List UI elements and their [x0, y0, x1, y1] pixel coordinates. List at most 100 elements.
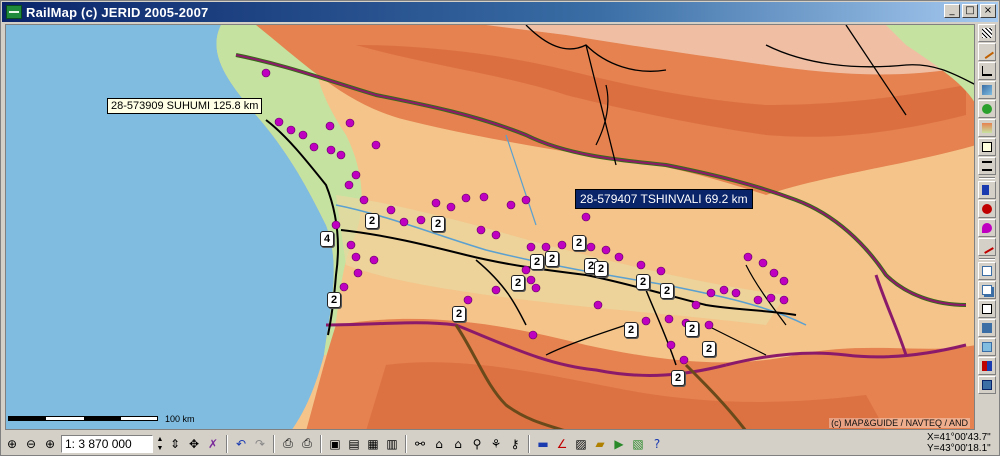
map-canvas[interactable] [6, 25, 975, 430]
zoom-in-button[interactable]: ⊕ [3, 434, 21, 454]
save-button[interactable]: ▣ [326, 434, 344, 454]
folder-icon: ▰ [595, 436, 605, 451]
find-point-button[interactable]: ⚷ [506, 434, 524, 454]
find-button[interactable]: ⚯ [411, 434, 429, 454]
export-list-icon: ▶ [614, 436, 624, 451]
coordinate-y: Y=43°00'18.1" [927, 443, 991, 454]
route-icon [982, 104, 992, 114]
help-button[interactable]: ? [648, 434, 666, 454]
cluster-badge[interactable]: 4 [320, 231, 334, 247]
find-station-button[interactable]: ⌂ [430, 434, 448, 454]
edit-button[interactable] [978, 338, 996, 356]
rows-button[interactable] [978, 157, 996, 175]
properties-icon: ▤ [348, 436, 360, 451]
close-button[interactable]: × [980, 4, 996, 18]
minimize-button[interactable]: _ [944, 4, 960, 18]
disk-icon [982, 380, 992, 390]
zoom-out-button[interactable]: ⊖ [22, 434, 40, 454]
print-preview-button[interactable]: ⎙ [279, 434, 297, 454]
ruler-tool-button[interactable]: ∠ [553, 434, 571, 454]
cluster-badge[interactable]: 2 [431, 216, 445, 232]
ruler-icon [980, 240, 994, 254]
line-layer-button[interactable] [978, 43, 996, 61]
undo-button[interactable]: ↶ [232, 434, 250, 454]
edit-icon [982, 342, 992, 352]
rows-icon [982, 161, 992, 171]
profile-icon [982, 66, 992, 76]
help-icon: ? [653, 436, 661, 451]
find-junction-button[interactable]: ⚲ [468, 434, 486, 454]
cluster-badge[interactable]: 2 [671, 370, 685, 386]
cluster-badge[interactable]: 2 [594, 261, 608, 277]
cluster-badge[interactable]: 2 [636, 274, 650, 290]
pin-button[interactable] [978, 219, 996, 237]
railmap-app-icon[interactable] [6, 5, 22, 19]
redo-button[interactable]: ↷ [251, 434, 269, 454]
copy-button[interactable] [978, 281, 996, 299]
cluster-badge[interactable]: 2 [530, 254, 544, 270]
export-button[interactable] [978, 319, 996, 337]
cluster-badge[interactable]: 2 [327, 292, 341, 308]
check-button[interactable] [978, 300, 996, 318]
zoom-in-icon: ⊕ [6, 436, 18, 451]
pan-vertical-button[interactable]: ⇕ [166, 434, 184, 454]
cluster-badge[interactable]: 2 [624, 322, 638, 338]
notes-button[interactable]: ▧ [629, 434, 647, 454]
grid-button[interactable]: ▦ [364, 434, 382, 454]
window-title: RailMap (c) JERID 2005-2007 [26, 4, 209, 20]
flag-button[interactable] [978, 181, 996, 199]
pin-tool-icon: ⚷ [510, 436, 520, 451]
rail-layer-button[interactable] [978, 81, 996, 99]
cluster-badge[interactable]: 2 [511, 275, 525, 291]
profile-button[interactable] [978, 62, 996, 80]
route-button[interactable] [978, 100, 996, 118]
table-button[interactable]: ▥ [383, 434, 401, 454]
junction-icon: ⚲ [472, 436, 482, 451]
find-route-button[interactable]: ⌂ [449, 434, 467, 454]
text-layer-button[interactable] [978, 138, 996, 156]
printer-icon: ⎙ [302, 436, 312, 450]
spin-up-icon[interactable]: ▲ [155, 435, 165, 444]
cluster-badge[interactable]: 2 [702, 341, 716, 357]
cluster-badge[interactable]: 2 [572, 235, 586, 251]
maximize-button[interactable]: □ [962, 4, 978, 18]
station-label-tshinvali[interactable]: 28-579407 TSHINVALI 69.2 km [575, 189, 753, 209]
zoom-extent-button[interactable]: ⊕ [41, 434, 59, 454]
station-label-suhumi[interactable]: 28-573909 SUHUMI 125.8 km [107, 98, 263, 114]
cluster-badge[interactable]: 2 [452, 306, 466, 322]
flags-icon [982, 361, 992, 371]
find-line-button[interactable]: ⚘ [487, 434, 505, 454]
cluster-badge[interactable]: 2 [545, 251, 559, 267]
export-icon [982, 323, 992, 333]
cluster-badge[interactable]: 2 [685, 321, 699, 337]
station-icon [982, 204, 992, 214]
train-button[interactable]: ▬ [534, 434, 552, 454]
cluster-badge[interactable]: 2 [365, 213, 379, 229]
page-button[interactable] [978, 262, 996, 280]
title-bar[interactable]: RailMap (c) JERID 2005-2007 _ □ × [2, 2, 998, 22]
export-list-button[interactable]: ▶ [610, 434, 628, 454]
binoculars-icon: ⚯ [414, 436, 426, 451]
image-button[interactable]: ▨ [572, 434, 590, 454]
flag-icon [982, 185, 989, 195]
hatch-layer-button[interactable] [978, 24, 996, 42]
map-view[interactable]: 28-573909 SUHUMI 125.8 km 28-579407 TSHI… [5, 24, 975, 430]
properties-button[interactable]: ▤ [345, 434, 363, 454]
select-tool-button[interactable]: ✗ [204, 434, 222, 454]
terrain-button[interactable] [978, 119, 996, 137]
scale-input[interactable] [61, 434, 153, 453]
measure-button[interactable] [978, 238, 996, 256]
flags-button[interactable] [978, 357, 996, 375]
open-button[interactable]: ▰ [591, 434, 609, 454]
undo-icon: ↶ [235, 436, 247, 451]
pan-button[interactable]: ✥ [185, 434, 203, 454]
print-button[interactable]: ⎙ [298, 434, 316, 454]
station-button[interactable] [978, 200, 996, 218]
cluster-badge[interactable]: 2 [660, 283, 674, 299]
redo-icon: ↷ [254, 436, 266, 451]
scale-stepper[interactable]: ▲ ▼ [155, 435, 165, 453]
spin-down-icon[interactable]: ▼ [155, 444, 165, 453]
print-preview-icon: ⎙ [283, 436, 293, 450]
notes-icon: ▧ [632, 436, 644, 451]
save-view-button[interactable] [978, 376, 996, 394]
